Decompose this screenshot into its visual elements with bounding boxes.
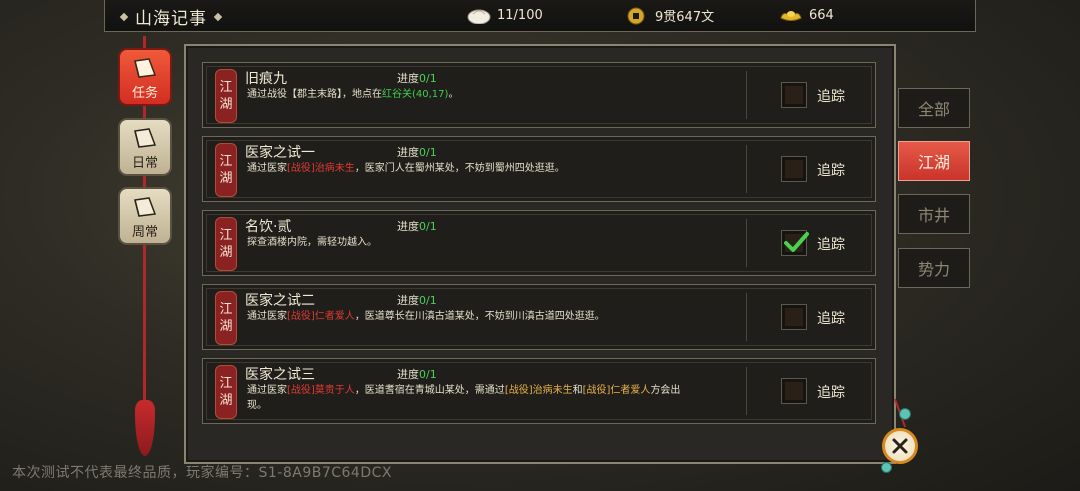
tab-weekly-label: 周常 [131,225,158,240]
bun-icon [467,9,491,24]
stamina-resource: 11/100 [467,6,543,24]
tab-daily-label: 日常 [131,156,158,171]
quest-progress: 进度0/1 [397,146,437,159]
divider [746,219,747,267]
red-tassel [135,400,155,456]
quest-progress: 进度0/1 [397,220,437,233]
title-group: 山海记事 [119,4,223,29]
tab-all[interactable]: 全部 [898,88,970,128]
quest-description: 通过医家[战役]莫贵于人，医道耆宿在青城山某处，需通过[战役]治病未生和[战役]… [247,383,687,413]
tab-market[interactable]: 市井 [898,194,970,234]
track-checkbox[interactable] [781,304,807,330]
quest-description: 通过战役【郡主末路】，地点在红谷关(40,17)。 [247,87,687,102]
divider [746,367,747,415]
quest-row: 江湖 医家之试三 进度0/1 通过医家[战役]莫贵于人，医道耆宿在青城山某处，需… [202,358,876,424]
title-ornament-right [213,12,223,21]
description-segment: 和 [572,385,583,396]
top-bar: 山海记事 11/100 9贯647文 664 [104,0,976,32]
category-tag: 江湖 [215,291,237,345]
track-label[interactable]: 追踪 [817,86,845,106]
description-segment: 。 [448,89,459,100]
category-tag: 江湖 [215,217,237,271]
quest-row: 江湖 名饮·贰 进度0/1 探查酒楼内院，需轻功越入。 追踪 [202,210,876,276]
description-segment: 红谷关(40,17) [382,89,449,100]
tab-jianghu-label: 江湖 [917,153,950,172]
tab-tasks[interactable]: 任务 [118,48,172,106]
close-button[interactable] [882,428,918,464]
description-segment: 探查酒楼内院，需轻功越入。 [247,237,377,248]
quest-row: 江湖 医家之试二 进度0/1 通过医家[战役]仁者爱人，医道尊长在川滇古道某处，… [202,284,876,350]
category-tag: 江湖 [215,365,237,419]
divider [746,71,747,119]
track-checkbox[interactable] [781,156,807,182]
track-label[interactable]: 追踪 [817,160,845,180]
quest-name: 名饮·贰 [245,219,292,235]
tab-weekly[interactable]: 周常 [118,187,172,245]
scroll-book-icon [134,197,157,217]
gold-ingot-icon [780,11,802,21]
category-tag: 江湖 [215,69,237,123]
category-tag: 江湖 [215,143,237,197]
description-segment: ，医道耆宿在青城山某处，需通过 [354,385,505,396]
quest-description: 探查酒楼内院，需轻功越入。 [247,235,687,250]
tab-tasks-label: 任务 [131,86,158,101]
quest-name: 医家之试一 [245,145,315,161]
description-segment: 通过医家 [247,311,287,322]
description-segment: ，医家门人在蜀州某处，不妨到蜀州四处逛逛。 [354,163,565,174]
coin-value: 9贯647文 [655,10,715,25]
quest-description: 通过医家[战役]治病未生，医家门人在蜀州某处，不妨到蜀州四处逛逛。 [247,161,687,176]
tab-faction[interactable]: 势力 [898,248,970,288]
description-segment: [战役]治病未生 [504,385,573,396]
quest-progress: 进度0/1 [397,368,437,381]
gold-value: 664 [809,7,834,23]
tab-daily[interactable]: 日常 [118,118,172,176]
scroll-book-icon [134,128,157,148]
tab-jianghu[interactable]: 江湖 [898,141,970,181]
quest-name: 旧痕九 [245,71,287,87]
gold-resource: 664 [779,6,834,24]
quest-name: 医家之试三 [245,367,315,383]
description-segment: [战役]莫贵于人 [287,385,355,396]
title-ornament-left [119,12,129,21]
track-checkbox[interactable] [781,230,809,256]
divider [746,293,747,341]
tab-all-label: 全部 [917,100,950,119]
page-title: 山海记事 [135,9,207,29]
description-segment: ，医道尊长在川滇古道某处，不妨到川滇古道四处逛逛。 [354,311,605,322]
coin-resource: 9贯647文 [625,6,714,25]
description-segment: 通过战役【郡主末路】，地点在 [247,89,382,100]
jade-bead [881,462,892,473]
quest-name: 医家之试二 [245,293,315,309]
tab-market-label: 市井 [917,206,950,225]
track-checkbox[interactable] [781,82,807,108]
description-segment: [战役]仁者爱人 [582,385,651,396]
scroll-book-icon [134,58,157,78]
description-segment: [战役]治病未生 [287,163,355,174]
description-segment: 通过医家 [247,163,287,174]
track-label[interactable]: 追踪 [817,308,845,328]
quest-row: 江湖 旧痕九 进度0/1 通过战役【郡主末路】，地点在红谷关(40,17)。 追… [202,62,876,128]
description-segment: 通过医家 [247,385,287,396]
quest-progress: 进度0/1 [397,72,437,85]
track-checkbox[interactable] [781,378,807,404]
jade-bead [899,408,911,420]
checkmark-icon [784,232,809,252]
quest-row: 江湖 医家之试一 进度0/1 通过医家[战役]治病未生，医家门人在蜀州某处，不妨… [202,136,876,202]
track-label[interactable]: 追踪 [817,382,845,402]
tab-faction-label: 势力 [917,260,950,279]
copper-coin-icon [627,7,645,24]
track-label[interactable]: 追踪 [817,234,845,254]
quest-description: 通过医家[战役]仁者爱人，医道尊长在川滇古道某处，不妨到川滇古道四处逛逛。 [247,309,687,324]
stamina-value: 11/100 [497,7,543,23]
quest-progress: 进度0/1 [397,294,437,307]
divider [746,145,747,193]
close-icon [892,438,908,454]
test-watermark: 本次测试不代表最终品质，玩家编号：S1-8A9B7C64DCX [12,465,392,481]
description-segment: [战役]仁者爱人 [287,311,355,322]
